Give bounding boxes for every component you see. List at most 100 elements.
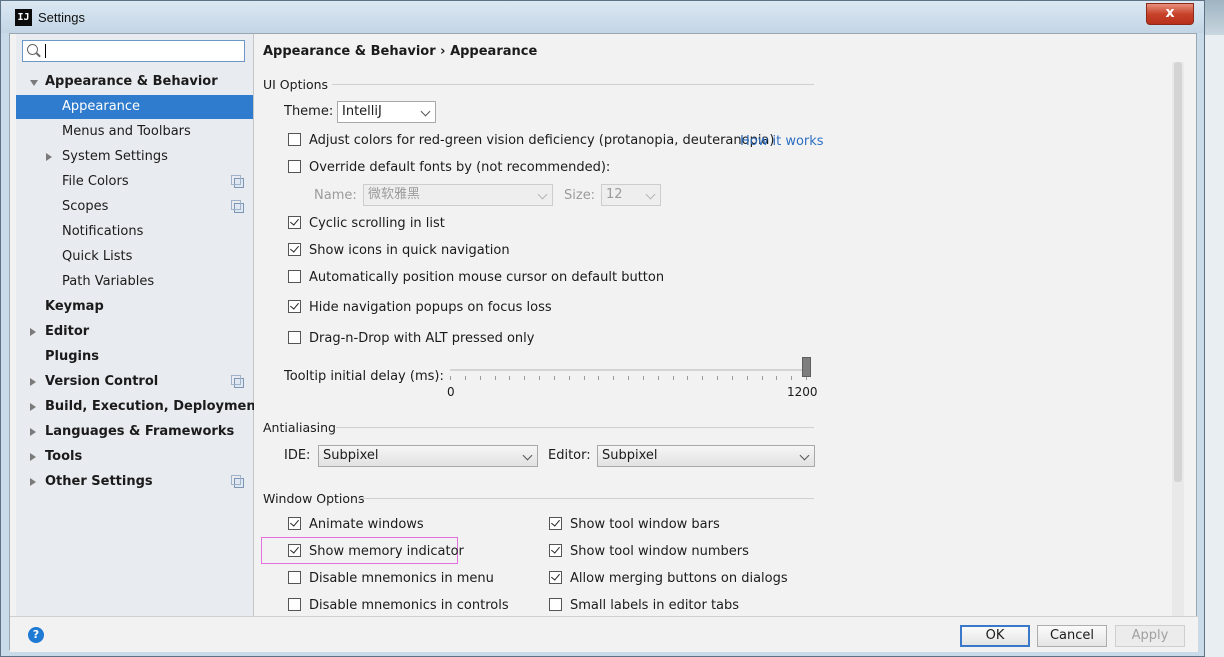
- font-size-label: Size:: [564, 188, 596, 203]
- slider-track: [450, 369, 806, 371]
- font-name-label: Name:: [314, 188, 357, 203]
- disable-mnemonics-menu-label: Disable mnemonics in menu: [309, 571, 494, 586]
- theme-select[interactable]: IntelliJ: [337, 101, 436, 123]
- chevron-down-icon: [522, 450, 533, 461]
- auto-position-mouse-checkbox[interactable]: Automatically position mouse cursor on d…: [288, 270, 664, 285]
- checkbox-icon: [288, 300, 301, 313]
- chevron-right-icon[interactable]: [30, 428, 36, 436]
- ui-options-title: UI Options: [263, 77, 329, 92]
- slider-tick: [539, 376, 540, 380]
- sidebar-item-languages-frameworks[interactable]: Languages & Frameworks: [16, 420, 253, 444]
- show-tool-window-bars-checkbox[interactable]: Show tool window bars: [549, 517, 720, 532]
- sidebar-item-scopes[interactable]: Scopes: [16, 195, 253, 219]
- sidebar-item-label: Keymap: [45, 299, 104, 314]
- editor-antialiasing-select[interactable]: Subpixel: [597, 445, 815, 467]
- hide-nav-popups-label: Hide navigation popups on focus loss: [309, 300, 552, 315]
- disable-mnemonics-menu-checkbox[interactable]: Disable mnemonics in menu: [288, 571, 494, 586]
- project-level-icon: [231, 175, 244, 188]
- disable-mnemonics-controls-label: Disable mnemonics in controls: [309, 598, 509, 613]
- sidebar-item-keymap[interactable]: Keymap: [16, 295, 253, 319]
- chevron-right-icon[interactable]: [30, 328, 36, 336]
- sidebar-item-appearance[interactable]: Appearance: [16, 95, 253, 119]
- slider-tick: [791, 376, 792, 380]
- checkbox-icon: [288, 331, 301, 344]
- hide-nav-popups-checkbox[interactable]: Hide navigation popups on focus loss: [288, 300, 552, 315]
- settings-dialog: IJ Settings x Appearance & Behavior Appea…: [0, 0, 1205, 657]
- slider-tick: [717, 376, 718, 380]
- slider-tick: [687, 376, 688, 380]
- sidebar-item-notifications[interactable]: Notifications: [16, 220, 253, 244]
- slider-tick: [524, 376, 525, 380]
- sidebar-item-plugins[interactable]: Plugins: [16, 345, 253, 369]
- ok-button[interactable]: OK: [960, 625, 1030, 647]
- slider-tick: [465, 376, 466, 380]
- chevron-right-icon[interactable]: [30, 403, 36, 411]
- sidebar-item-system-settings[interactable]: System Settings: [16, 145, 253, 169]
- help-icon[interactable]: ?: [28, 627, 44, 643]
- sidebar-item-appearance-behavior[interactable]: Appearance & Behavior: [16, 70, 253, 94]
- override-fonts-checkbox[interactable]: Override default fonts by (not recommend…: [288, 160, 610, 175]
- vertical-scrollbar[interactable]: [1172, 62, 1184, 616]
- checkbox-icon: [288, 133, 301, 146]
- sidebar-item-editor[interactable]: Editor: [16, 320, 253, 344]
- sidebar-item-other-settings[interactable]: Other Settings: [16, 470, 253, 494]
- sidebar-item-label: Notifications: [62, 224, 144, 239]
- sidebar-item-file-colors[interactable]: File Colors: [16, 170, 253, 194]
- text-cursor: [45, 44, 46, 58]
- cyclic-scrolling-checkbox[interactable]: Cyclic scrolling in list: [288, 216, 445, 231]
- show-memory-indicator-label: Show memory indicator: [309, 544, 464, 559]
- disable-mnemonics-controls-checkbox[interactable]: Disable mnemonics in controls: [288, 598, 509, 613]
- chevron-right-icon[interactable]: [46, 153, 52, 161]
- slider-thumb[interactable]: [802, 357, 811, 377]
- scrollbar-thumb[interactable]: [1174, 62, 1182, 482]
- sidebar-item-tools[interactable]: Tools: [16, 445, 253, 469]
- slider-tick: [584, 376, 585, 380]
- chevron-right-icon[interactable]: [30, 478, 36, 486]
- adjust-colors-checkbox[interactable]: Adjust colors for red-green vision defic…: [288, 133, 774, 148]
- how-it-works-link[interactable]: How it works: [740, 134, 824, 149]
- ide-antialiasing-value: Subpixel: [323, 448, 379, 463]
- chevron-down-icon[interactable]: [30, 80, 38, 86]
- override-fonts-label: Override default fonts by (not recommend…: [309, 160, 611, 175]
- apply-button[interactable]: Apply: [1115, 625, 1185, 647]
- show-tool-window-numbers-checkbox[interactable]: Show tool window numbers: [549, 544, 749, 559]
- close-button[interactable]: x: [1146, 3, 1194, 25]
- slider-tick: [569, 376, 570, 380]
- theme-label: Theme:: [284, 104, 334, 119]
- sidebar-item-quick-lists[interactable]: Quick Lists: [16, 245, 253, 269]
- chevron-right-icon[interactable]: [30, 378, 36, 386]
- ide-antialiasing-select[interactable]: Subpixel: [318, 445, 538, 467]
- sidebar-item-version-control[interactable]: Version Control: [16, 370, 253, 394]
- section-divider: [358, 498, 814, 499]
- show-icons-checkbox[interactable]: Show icons in quick navigation: [288, 243, 510, 258]
- chevron-right-icon[interactable]: [30, 453, 36, 461]
- adjust-colors-label: Adjust colors for red-green vision defic…: [309, 133, 775, 148]
- allow-merging-buttons-checkbox[interactable]: Allow merging buttons on dialogs: [549, 571, 788, 586]
- section-divider: [336, 427, 814, 428]
- project-level-icon: [231, 375, 244, 388]
- font-size-select: 12: [601, 184, 661, 206]
- cancel-button[interactable]: Cancel: [1037, 625, 1107, 647]
- slider-tick: [747, 376, 748, 380]
- sidebar-item-label: Appearance: [62, 99, 141, 114]
- sidebar-item-menus-and-toolbars[interactable]: Menus and Toolbars: [16, 120, 253, 144]
- chevron-down-icon: [420, 106, 431, 117]
- cyclic-scrolling-label: Cyclic scrolling in list: [309, 216, 445, 231]
- sidebar-item-build-execution-deployment[interactable]: Build, Execution, Deployment: [16, 395, 262, 419]
- show-memory-indicator-checkbox[interactable]: Show memory indicator: [288, 544, 464, 559]
- slider-tick: [613, 376, 614, 380]
- slider-tick: [509, 376, 510, 380]
- breadcrumb-separator: ›: [440, 44, 446, 59]
- sidebar-item-path-variables[interactable]: Path Variables: [16, 270, 253, 294]
- drag-n-drop-checkbox[interactable]: Drag-n-Drop with ALT pressed only: [288, 331, 534, 346]
- search-input[interactable]: [22, 40, 245, 62]
- checkbox-icon: [549, 517, 562, 530]
- animate-windows-checkbox[interactable]: Animate windows: [288, 517, 424, 532]
- drag-n-drop-label: Drag-n-Drop with ALT pressed only: [309, 331, 535, 346]
- slider-min-label: 0: [447, 385, 455, 399]
- small-labels-checkbox[interactable]: Small labels in editor tabs: [549, 598, 739, 613]
- sidebar-item-label: Scopes: [62, 199, 109, 214]
- breadcrumb-parent: Appearance & Behavior: [263, 44, 436, 59]
- slider-tick: [673, 376, 674, 380]
- checkbox-icon: [288, 544, 301, 557]
